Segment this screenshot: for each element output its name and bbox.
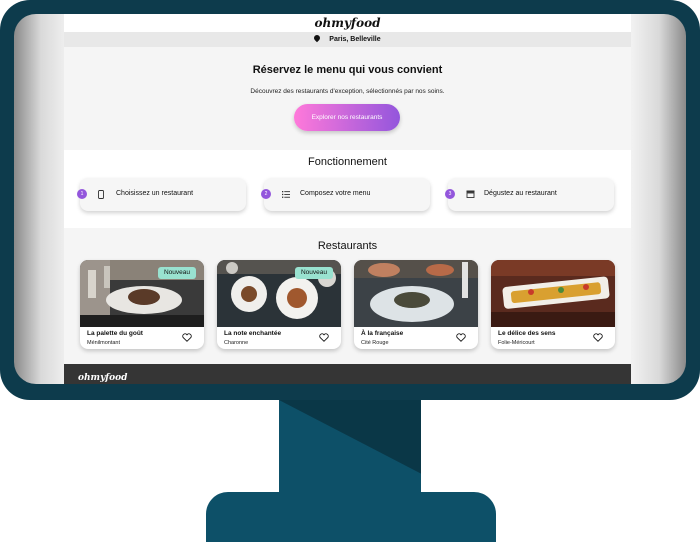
new-badge: Nouveau (295, 267, 333, 279)
mobile-phone-icon (98, 190, 104, 199)
restaurant-area: Folie-Méricourt (498, 340, 535, 346)
restaurant-card-2[interactable]: Nouveau La note enchantée Charonne (217, 260, 341, 349)
restaurant-card-4[interactable]: Le délice des sens Folie-Méricourt (491, 260, 615, 349)
hero-title: Réservez le menu qui vous convient (252, 64, 443, 76)
step-card-2: 2 Composez votre menu (261, 178, 430, 211)
monitor-frame: ohmyfood Paris, Belleville Réservez le m… (0, 0, 700, 400)
restaurant-area: Charonne (224, 340, 249, 346)
site-header: ohmyfood (64, 14, 631, 32)
restaurant-area: Cité Rouge (361, 340, 389, 346)
explore-button[interactable]: Explorer nos restaurants (294, 104, 400, 131)
step-number: 3 (445, 189, 455, 199)
list-icon (282, 191, 290, 198)
restaurants-section: Restaurants Nouveau La palette du goût M… (64, 228, 631, 384)
restaurant-name: À la française (361, 330, 404, 337)
step-label: Choisissez un restaurant (116, 190, 194, 197)
screen: ohmyfood Paris, Belleville Réservez le m… (64, 14, 631, 384)
location-label: Paris, Belleville (329, 36, 381, 43)
restaurant-area: Ménilmontant (87, 340, 121, 346)
monitor-stand-shade (279, 400, 421, 474)
step-card-3: 3 Dégustez au restaurant (445, 178, 614, 211)
how-title: Fonctionnement (308, 156, 387, 168)
step-card-1: 1 Choisissez un restaurant (77, 178, 246, 211)
heart-icon[interactable] (593, 333, 603, 342)
hero-section: Réservez le menu qui vous convient Décou… (64, 50, 631, 148)
hero-subtitle: Découvrez des restaurants d'exception, s… (250, 88, 445, 95)
restaurant-card-3[interactable]: À la française Cité Rouge (354, 260, 478, 349)
store-icon (466, 190, 475, 198)
step-label: Composez votre menu (300, 190, 371, 197)
monitor-stand-neck (279, 400, 421, 492)
heart-icon[interactable] (319, 333, 329, 342)
site-logo[interactable]: ohmyfood (315, 16, 381, 30)
map-pin-icon (313, 33, 322, 43)
new-badge: Nouveau (158, 267, 196, 279)
monitor-stand-base (206, 492, 496, 542)
restaurant-name: Le délice des sens (498, 330, 556, 337)
restaurant-card-1[interactable]: Nouveau La palette du goût Ménilmontant (80, 260, 204, 349)
heart-icon[interactable] (456, 333, 466, 342)
heart-icon[interactable] (182, 333, 192, 342)
monitor-bezel: ohmyfood Paris, Belleville Réservez le m… (14, 14, 686, 384)
restaurants-title: Restaurants (317, 240, 378, 252)
location-bar: Paris, Belleville (64, 32, 631, 47)
restaurant-photo (354, 260, 478, 327)
step-label: Dégustez au restaurant (484, 190, 557, 197)
restaurant-name: La note enchantée (224, 330, 282, 337)
footer-logo[interactable]: ohmyfood (78, 373, 127, 383)
restaurant-photo (491, 260, 615, 327)
step-number: 1 (77, 189, 87, 199)
how-it-works-section: Fonctionnement 1 Choisissez un restauran… (64, 150, 631, 228)
site-footer: ohmyfood (64, 364, 631, 384)
restaurant-name: La palette du goût (87, 330, 143, 337)
step-number: 2 (261, 189, 271, 199)
